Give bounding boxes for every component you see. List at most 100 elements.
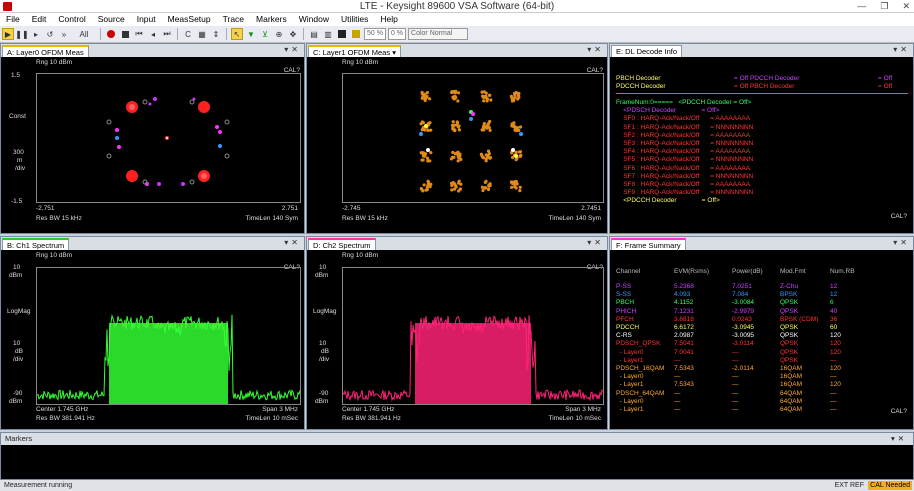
stop-icon[interactable] bbox=[119, 28, 131, 40]
panel-f-controls[interactable]: ▾✕ bbox=[893, 237, 910, 249]
decode-line: <PDSCH Decoder = Off> bbox=[616, 107, 719, 115]
pan-icon[interactable]: ✥ bbox=[287, 28, 299, 40]
center-freq-label: Center 1.745 GHz bbox=[342, 406, 394, 413]
cal-needed-badge[interactable]: CAL Needed bbox=[868, 481, 912, 490]
panel-d-controls[interactable]: ▾✕ bbox=[587, 237, 604, 249]
intensity-field[interactable]: 0 % bbox=[388, 28, 406, 40]
tab-d[interactable]: D: Ch2 Spectrum bbox=[308, 238, 376, 250]
menu-meassetup[interactable]: MeasSetup bbox=[162, 13, 217, 26]
y-bot-value: -90 bbox=[319, 390, 328, 397]
restore-button[interactable]: ❐ bbox=[880, 0, 888, 13]
marker-icon[interactable]: ▼ bbox=[245, 28, 257, 40]
y-bot-unit: dBm bbox=[9, 398, 22, 405]
constellation-point bbox=[512, 98, 515, 101]
frame-summary-cell: BPSK bbox=[780, 291, 797, 299]
frame-summary-cell: — bbox=[732, 406, 739, 414]
persistence-field[interactable]: 50 % bbox=[364, 28, 386, 40]
close-button[interactable]: ✕ bbox=[902, 0, 910, 13]
panel-e-controls[interactable]: ▾✕ bbox=[893, 44, 910, 56]
timelen-label: TimeLen 140 Sym bbox=[548, 215, 601, 222]
frame-summary-cell: -2.0114 bbox=[732, 365, 754, 373]
frame-summary-cell: QPSK bbox=[780, 340, 798, 348]
minimize-button[interactable]: — bbox=[857, 0, 866, 13]
decode-header-state-2: = Off bbox=[878, 83, 892, 91]
chevron-down-icon: ▾ bbox=[392, 48, 396, 57]
menu-edit[interactable]: Edit bbox=[26, 13, 53, 26]
constellation-point bbox=[488, 94, 491, 97]
tab-c[interactable]: C: Layer1 OFDM Meas ▾ bbox=[308, 45, 401, 57]
fill-icon[interactable] bbox=[336, 28, 348, 40]
constellation-point bbox=[510, 95, 513, 98]
menu-window[interactable]: Window bbox=[293, 13, 335, 26]
constellation-point bbox=[453, 124, 456, 127]
frame-summary-cell: — bbox=[674, 390, 681, 398]
constellation-point bbox=[420, 151, 423, 154]
grid-icon[interactable]: ▦ bbox=[196, 28, 208, 40]
frame-summary-cell: PFCH bbox=[616, 316, 634, 324]
frame-summary-cell: — bbox=[830, 357, 837, 365]
panel-a-plot[interactable]: Rng 10 dBm CAL? 1.5 Const 300 m /div -1.… bbox=[1, 57, 304, 233]
step-back-icon[interactable]: ◂ bbox=[147, 28, 159, 40]
menu-help[interactable]: Help bbox=[374, 13, 403, 26]
forward-icon[interactable]: ⏭ bbox=[161, 28, 173, 40]
y-scale-3: /div bbox=[319, 356, 329, 363]
menu-markers[interactable]: Markers bbox=[250, 13, 293, 26]
layout-2-icon[interactable]: ▥ bbox=[322, 28, 334, 40]
fast-forward-icon[interactable]: » bbox=[58, 28, 70, 40]
menu-file[interactable]: File bbox=[0, 13, 26, 26]
color-icon[interactable] bbox=[350, 28, 362, 40]
panel-c-controls[interactable]: ▾✕ bbox=[587, 44, 604, 56]
y-scale-2: dB bbox=[15, 348, 23, 355]
restart-icon[interactable]: ↺ bbox=[44, 28, 56, 40]
constellation-point bbox=[471, 112, 475, 116]
record-icon[interactable] bbox=[105, 28, 117, 40]
tab-e[interactable]: E: DL Decode Info bbox=[611, 45, 682, 57]
frame-summary-cell: 5.2368 bbox=[674, 283, 694, 291]
frame-summary-cell: — bbox=[732, 381, 739, 389]
zoom-icon[interactable]: ⊕ bbox=[273, 28, 285, 40]
y-top-value: 10 bbox=[319, 264, 326, 271]
single-icon[interactable]: ▸ bbox=[30, 28, 42, 40]
menu-trace[interactable]: Trace bbox=[217, 13, 250, 26]
status-text: Measurement running bbox=[4, 480, 72, 491]
frame-summary-cell: 0.0243 bbox=[732, 316, 752, 324]
panel-c-plot[interactable]: Rng 10 dBm CAL? -2.745 2.7451 Res BW 15 … bbox=[307, 57, 607, 233]
rewind-icon[interactable]: ⏮ bbox=[133, 28, 145, 40]
frame-summary-cell: QPSK bbox=[780, 308, 798, 316]
markers-controls[interactable]: ▾✕ bbox=[891, 433, 907, 445]
frame-summary-cell: 40 bbox=[830, 308, 837, 316]
panel-b-plot[interactable]: Rng 10 dBm CAL? 10 dBm LogMag 10 dB /div… bbox=[1, 250, 304, 429]
pause-icon[interactable]: ❚❚ bbox=[16, 28, 28, 40]
layout-icon[interactable]: ▤ bbox=[308, 28, 320, 40]
panel-b-controls[interactable]: ▾✕ bbox=[284, 237, 301, 249]
all-button[interactable]: All bbox=[72, 28, 96, 40]
constellation-point bbox=[486, 97, 489, 100]
calibrate-icon[interactable]: C bbox=[182, 28, 194, 40]
play-icon[interactable]: ▶ bbox=[2, 28, 14, 40]
constellation-point bbox=[514, 128, 517, 131]
frame-summary-cell: -2.9979 bbox=[732, 308, 754, 316]
panel-d-plot[interactable]: Rng 10 dBm CAL? 10 dBm LogMag 10 dB /div… bbox=[307, 250, 607, 429]
constellation-point bbox=[481, 91, 484, 94]
menu-utilities[interactable]: Utilities bbox=[335, 13, 374, 26]
color-mode-select[interactable]: Color Normal bbox=[408, 28, 468, 40]
tab-f[interactable]: F: Frame Summary bbox=[611, 238, 686, 250]
autoscale-icon[interactable]: ⇕ bbox=[210, 28, 222, 40]
pointer-icon[interactable]: ↖ bbox=[231, 28, 243, 40]
spectrum-grid-d bbox=[342, 267, 604, 405]
constellation-point bbox=[426, 148, 430, 152]
constellation-point bbox=[429, 151, 432, 154]
menu-source[interactable]: Source bbox=[92, 13, 131, 26]
constellation-point bbox=[426, 157, 429, 160]
constellation-point bbox=[480, 153, 483, 156]
menu-input[interactable]: Input bbox=[131, 13, 162, 26]
frame-summary-cell: PDSCH_16QAM bbox=[616, 365, 664, 373]
tab-a[interactable]: A: Layer0 OFDM Meas bbox=[2, 45, 89, 57]
y-scale-2: dB bbox=[321, 348, 329, 355]
res-bw-label: Res BW 381.941 Hz bbox=[342, 415, 401, 422]
tab-b[interactable]: B: Ch1 Spectrum bbox=[2, 238, 69, 250]
menu-control[interactable]: Control bbox=[52, 13, 91, 26]
panel-a-controls[interactable]: ▾✕ bbox=[284, 44, 301, 56]
decode-header-right-1: = Off PDCCH Decoder bbox=[734, 75, 799, 83]
peak-icon[interactable]: ⊻ bbox=[259, 28, 271, 40]
